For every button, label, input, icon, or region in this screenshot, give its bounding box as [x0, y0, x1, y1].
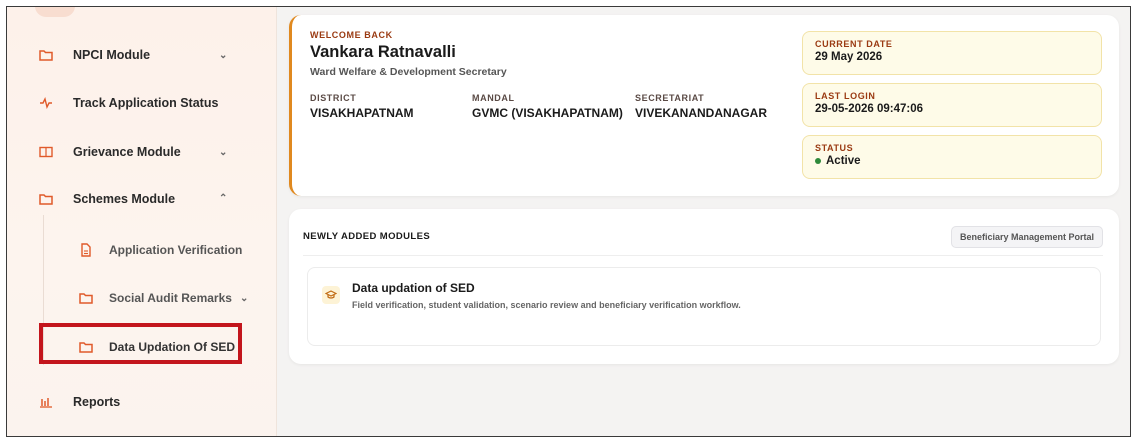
activity-icon — [37, 95, 55, 111]
sidebar-top-item[interactable] — [35, 7, 75, 17]
chevron-down-icon[interactable]: ⌄ — [219, 147, 227, 158]
app-window: NPCI Module ⌄ Track Application Status G… — [6, 6, 1131, 437]
chevron-down-icon[interactable]: ⌄ — [240, 293, 248, 304]
document-icon — [79, 243, 93, 257]
modules-heading: NEWLY ADDED MODULES — [303, 231, 431, 242]
bar-chart-icon — [37, 394, 55, 410]
status-box: STATUS Active — [802, 135, 1102, 179]
highlight-box — [39, 323, 242, 364]
sidebar-item-label: Schemes Module — [73, 192, 176, 206]
district-value: VISAKHAPATNAM — [310, 106, 414, 120]
last-login-label: LAST LOGIN — [815, 91, 876, 101]
welcome-card: WELCOME BACK Vankara Ratnavalli Ward Wel… — [289, 15, 1119, 196]
mandal-value: GVMC (VISAKHAPATNAM) — [472, 106, 623, 120]
current-date-value: 29 May 2026 — [815, 51, 883, 63]
folder-icon — [79, 291, 93, 305]
mandal-label: MANDAL — [472, 93, 515, 103]
current-date-label: CURRENT DATE — [815, 39, 893, 49]
status-text: Active — [826, 155, 861, 167]
sidebar-item-schemes[interactable]: Schemes Module ⌃ — [37, 191, 227, 207]
last-login-value: 29-05-2026 09:47:06 — [815, 103, 924, 115]
secretariat-label: SECRETARIAT — [635, 93, 705, 103]
sidebar-subitem-label: Application Verification — [109, 243, 243, 257]
sidebar-item-label: Track Application Status — [73, 96, 219, 110]
last-login-box: LAST LOGIN 29-05-2026 09:47:06 — [802, 83, 1102, 127]
folder-icon — [37, 191, 55, 207]
status-dot-icon — [815, 157, 821, 164]
status-label: STATUS — [815, 143, 854, 153]
sidebar-subitem-label: Social Audit Remarks — [109, 291, 232, 305]
user-name: Vankara Ratnavalli — [310, 43, 456, 61]
module-title: Data updation of SED — [352, 281, 475, 295]
chevron-up-icon[interactable]: ⌃ — [219, 193, 227, 204]
sidebar-item-label: Reports — [73, 395, 121, 409]
sidebar-subitem-application-verification[interactable]: Application Verification — [79, 243, 242, 257]
sidebar-item-track-application[interactable]: Track Application Status — [37, 95, 218, 111]
divider — [303, 255, 1103, 256]
sidebar-item-label: Grievance Module — [73, 145, 181, 159]
graduation-cap-icon — [322, 286, 340, 304]
user-role: Ward Welfare & Development Secretary — [310, 66, 507, 78]
sidebar: NPCI Module ⌄ Track Application Status G… — [7, 7, 277, 436]
sidebar-item-npci[interactable]: NPCI Module ⌄ — [37, 47, 227, 63]
sidebar-subitem-social-audit[interactable]: Social Audit Remarks ⌄ — [79, 291, 248, 305]
beneficiary-portal-button[interactable]: Beneficiary Management Portal — [950, 226, 1103, 248]
welcome-greeting: WELCOME BACK — [310, 30, 393, 40]
module-description: Field verification, student validation, … — [352, 300, 741, 310]
secretariat-value: VIVEKANANDANAGAR — [635, 106, 768, 120]
district-label: DISTRICT — [310, 93, 357, 103]
current-date-box: CURRENT DATE 29 May 2026 — [802, 31, 1102, 75]
folder-icon — [37, 47, 55, 63]
status-value: Active — [815, 155, 1089, 167]
chevron-down-icon[interactable]: ⌄ — [219, 50, 227, 61]
sidebar-item-reports[interactable]: Reports — [37, 394, 120, 410]
newly-added-modules-card: NEWLY ADDED MODULES Beneficiary Manageme… — [289, 209, 1119, 364]
sidebar-item-label: NPCI Module — [73, 48, 151, 62]
sidebar-item-grievance[interactable]: Grievance Module ⌄ — [37, 144, 227, 160]
module-item-data-updation[interactable]: Data updation of SED Field verification,… — [307, 267, 1101, 346]
ticket-icon — [37, 144, 55, 160]
